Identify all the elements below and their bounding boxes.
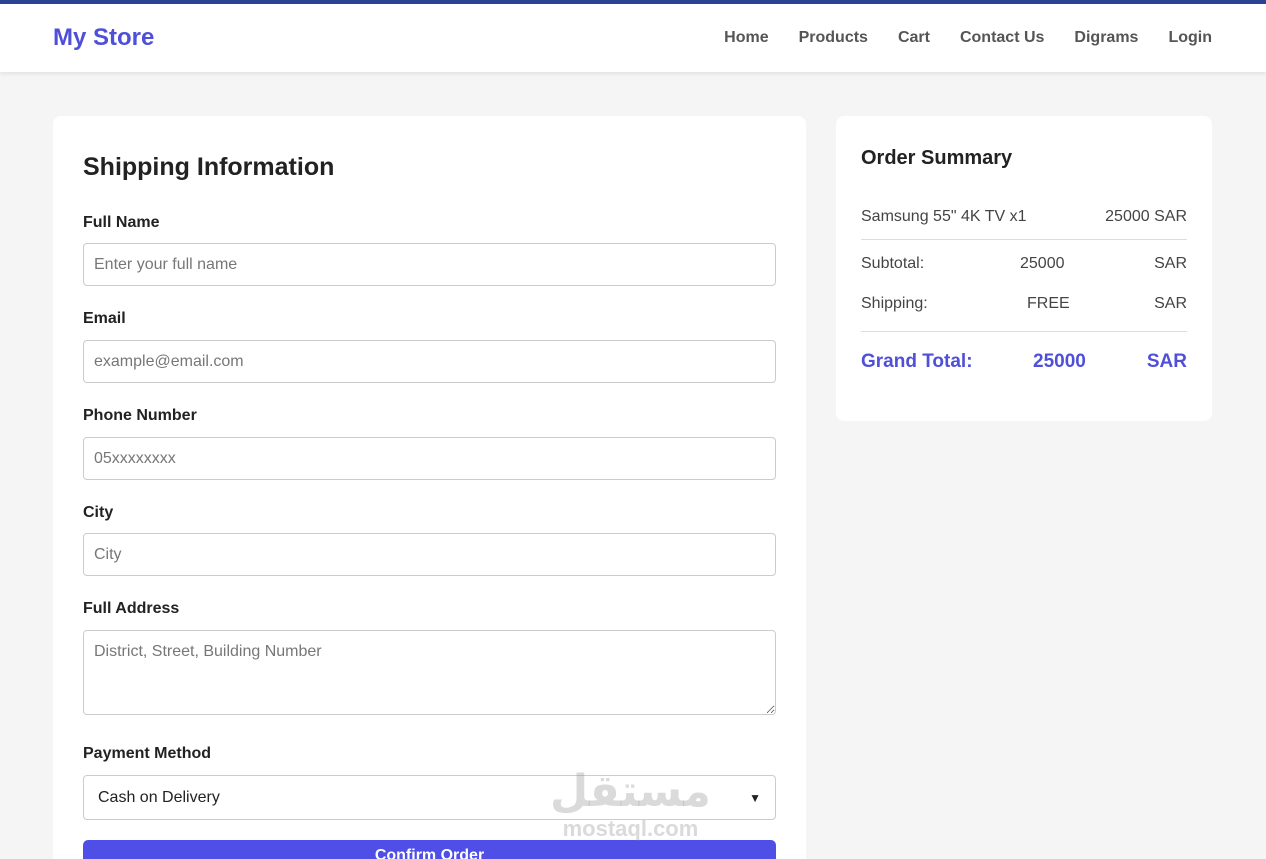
full-name-label: Full Name	[83, 214, 160, 231]
chevron-down-icon: ▼	[749, 790, 761, 805]
shipping-value: FREE	[1027, 295, 1070, 312]
nav-link-contact[interactable]: Contact Us	[960, 29, 1044, 47]
subtotal-currency: SAR	[1154, 255, 1187, 272]
address-textarea[interactable]	[83, 630, 776, 715]
subtotal-value: 25000	[1020, 255, 1065, 272]
shipping-form-card: Shipping Information Full Name Email Pho…	[53, 116, 806, 859]
nav-links: Home Products Cart Contact Us Digrams Lo…	[724, 29, 1212, 47]
order-summary-card: Order Summary Samsung 55" 4K TV x1 25000…	[836, 116, 1212, 421]
email-input[interactable]	[83, 340, 776, 383]
confirm-order-button[interactable]: Confirm Order	[83, 840, 776, 859]
nav-link-login[interactable]: Login	[1168, 29, 1212, 47]
email-label: Email	[83, 310, 126, 327]
shipping-form-title: Shipping Information	[83, 153, 335, 181]
city-input[interactable]	[83, 533, 776, 576]
grand-total-value: 25000	[1033, 351, 1086, 372]
phone-input[interactable]	[83, 437, 776, 480]
city-label: City	[83, 504, 114, 521]
item-price: 25000 SAR	[1105, 208, 1187, 225]
item-name: Samsung 55" 4K TV x1	[861, 208, 1027, 225]
navbar: My Store Home Products Cart Contact Us D…	[0, 4, 1266, 72]
grand-total-currency: SAR	[1146, 351, 1187, 372]
order-summary-title: Order Summary	[861, 147, 1013, 169]
subtotal-label: Subtotal:	[861, 255, 925, 272]
shipping-label: Shipping:	[861, 295, 928, 312]
grand-total-label: Grand Total:	[861, 351, 973, 372]
nav-link-products[interactable]: Products	[799, 29, 868, 47]
full-name-input[interactable]	[83, 243, 776, 286]
nav-link-cart[interactable]: Cart	[898, 29, 930, 47]
payment-method-label: Payment Method	[83, 745, 212, 762]
summary-divider	[861, 239, 1187, 240]
watermark-latin: mostaql.com	[562, 816, 699, 841]
nav-link-diagrams[interactable]: Digrams	[1074, 29, 1138, 47]
shipping-currency: SAR	[1154, 295, 1187, 312]
payment-method-value: Cash on Delivery	[98, 788, 220, 806]
nav-link-home[interactable]: Home	[724, 29, 768, 47]
store-logo[interactable]: My Store	[53, 24, 154, 52]
watermark-arabic: مستقل	[550, 766, 711, 817]
phone-label: Phone Number	[83, 407, 197, 424]
mostaql-watermark: مستقل mostaql.com	[550, 770, 711, 842]
summary-divider	[861, 331, 1187, 332]
address-label: Full Address	[83, 600, 180, 617]
